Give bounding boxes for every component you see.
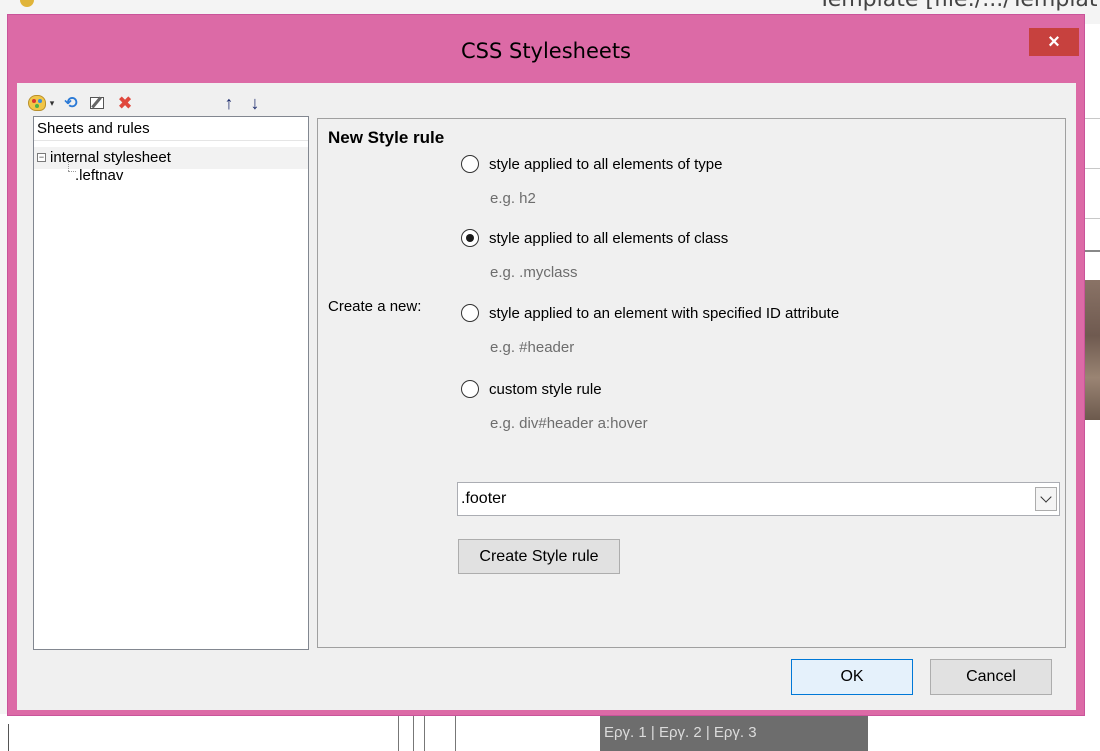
option-example: e.g. h2 — [490, 190, 536, 207]
option-label: style applied to an element with specifi… — [489, 304, 840, 322]
delete-icon[interactable]: ✖ — [115, 93, 135, 113]
option-example: e.g. #header — [490, 339, 575, 356]
ok-button[interactable]: OK — [791, 659, 913, 695]
option-type-radio[interactable]: style applied to all elements of type — [461, 153, 722, 175]
tree-item-leftnav[interactable]: .leftnav — [34, 167, 308, 189]
css-stylesheets-dialog: CSS Stylesheets × ▾ ⟲ ✖ ↑ ↓ Sheets and r… — [7, 14, 1085, 716]
option-label: custom style rule — [489, 380, 602, 398]
app-logo-icon — [20, 0, 34, 7]
tree-item-label: .leftnav — [75, 167, 124, 184]
move-up-icon[interactable]: ↑ — [219, 93, 239, 113]
background-nav-bar: Εργ. 1 | Εργ. 2 | Εργ. 3 — [600, 714, 868, 751]
background-divider — [8, 724, 9, 751]
background-divider — [1084, 218, 1100, 219]
stylesheet-toolbar: ▾ ⟲ ✖ ↑ ↓ — [27, 91, 327, 115]
option-label: style applied to all elements of type — [489, 155, 723, 173]
radio-button[interactable] — [461, 304, 479, 322]
selector-input[interactable] — [458, 484, 1018, 514]
create-style-rule-button[interactable]: Create Style rule — [458, 539, 620, 574]
background-box-inner — [413, 714, 425, 751]
option-class-radio[interactable]: style applied to all elements of class — [461, 227, 728, 249]
dropdown-arrow-icon[interactable]: ▾ — [47, 93, 57, 113]
background-divider — [1084, 168, 1100, 169]
close-button[interactable]: × — [1029, 28, 1079, 56]
dialog-client-area: ▾ ⟲ ✖ ↑ ↓ Sheets and rules − internal st… — [17, 83, 1076, 710]
panel-title: New Style rule — [328, 128, 445, 147]
tree-header: Sheets and rules — [34, 117, 308, 141]
collapse-icon[interactable]: − — [37, 153, 46, 162]
refresh-icon[interactable]: ⟲ — [61, 93, 81, 113]
option-id-radio[interactable]: style applied to an element with specifi… — [461, 302, 839, 324]
background-divider — [1084, 118, 1100, 119]
background-window-title: Template [file:/.../Templat — [818, 0, 1098, 12]
create-new-label: Create a new: — [328, 298, 422, 315]
option-label: style applied to all elements of class — [489, 229, 729, 247]
combobox-dropdown-button[interactable] — [1035, 487, 1057, 511]
edit-icon[interactable] — [87, 93, 107, 113]
palette-icon[interactable] — [27, 93, 47, 113]
chevron-down-icon — [1040, 491, 1052, 503]
new-style-rule-panel: New Style rule Create a new: style appli… — [317, 118, 1066, 648]
tree-item-internal-stylesheet[interactable]: − internal stylesheet — [34, 147, 308, 169]
cancel-button[interactable]: Cancel — [930, 659, 1052, 695]
dialog-title-bar[interactable]: CSS Stylesheets × — [8, 15, 1084, 83]
radio-button-checked[interactable] — [461, 229, 479, 247]
radio-button[interactable] — [461, 380, 479, 398]
background-bottom-area — [0, 714, 1100, 751]
selector-combobox[interactable] — [457, 482, 1060, 516]
sheets-and-rules-tree[interactable]: Sheets and rules − internal stylesheet .… — [33, 116, 309, 650]
radio-button[interactable] — [461, 155, 479, 173]
dialog-title: CSS Stylesheets — [460, 39, 631, 63]
background-image — [1084, 280, 1100, 420]
background-box — [398, 714, 456, 751]
background-divider — [1084, 250, 1100, 252]
move-down-icon[interactable]: ↓ — [245, 93, 265, 113]
option-example: e.g. .myclass — [490, 264, 578, 281]
option-example: e.g. div#header a:hover — [490, 415, 648, 432]
option-custom-radio[interactable]: custom style rule — [461, 378, 602, 400]
